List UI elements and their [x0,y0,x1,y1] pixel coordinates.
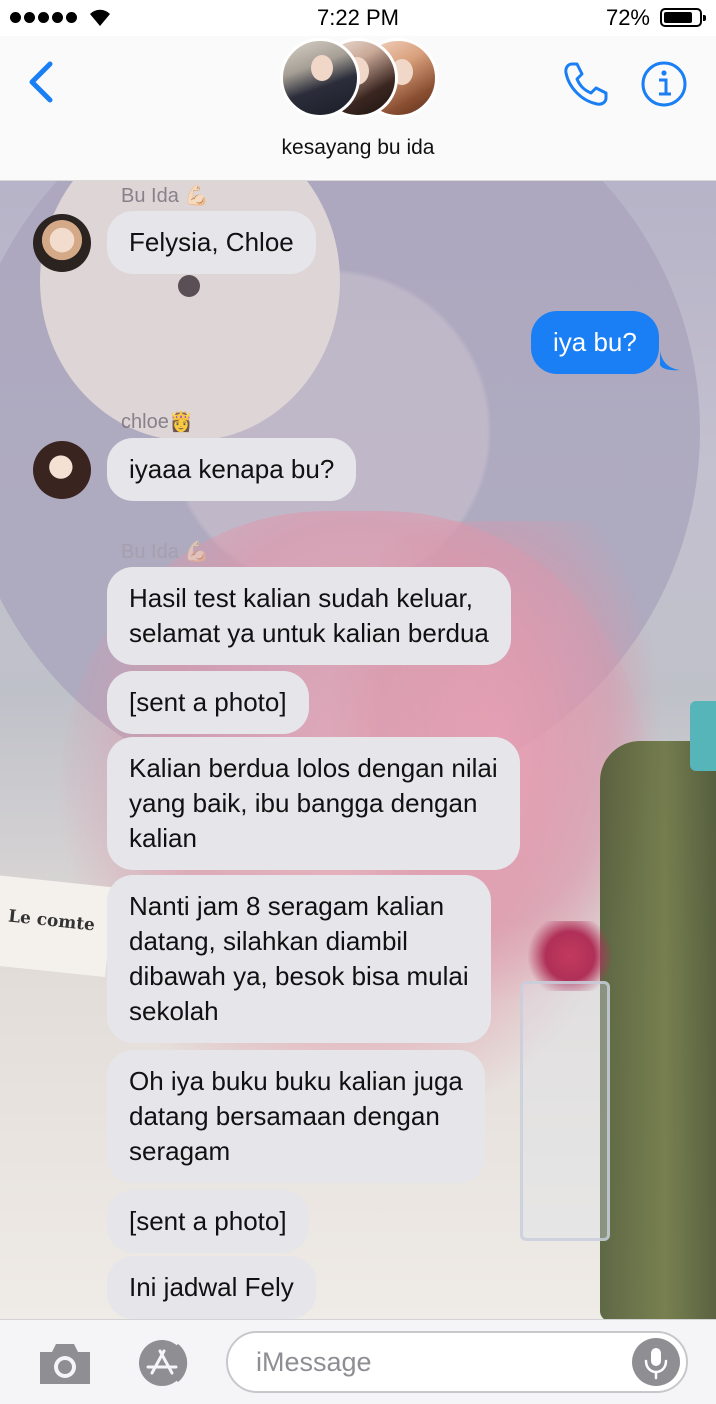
message-bubble-incoming[interactable]: Oh iya buku buku kalian juga datang bers… [107,1050,485,1183]
compose-bar: iMessage [0,1319,716,1404]
message-bubble-incoming[interactable]: Felysia, Chloe [107,211,316,274]
microphone-button[interactable] [632,1338,680,1386]
camera-icon[interactable] [36,1340,94,1386]
avatar[interactable] [33,214,91,272]
info-icon[interactable] [640,60,688,108]
avatar [280,38,360,118]
message-bubble-incoming[interactable]: Nanti jam 8 seragam kalian datang, silah… [107,875,491,1043]
chat-title[interactable]: kesayang bu ida [0,136,716,160]
status-bar: 7:22 PM 72% [0,0,716,36]
message-input-placeholder: iMessage [256,1347,372,1377]
background-bottle-cap [690,701,716,771]
battery-icon [660,8,706,27]
phone-icon[interactable] [560,58,612,110]
sender-name: Bu Ida 💪🏻 [121,541,210,563]
message-bubble-incoming[interactable]: Kalian berdua lolos dengan nilai yang ba… [107,737,520,870]
message-thread[interactable]: Le comte Bu Ida 💪🏻 Felysia, Chloe iya bu… [0,181,716,1319]
microphone-icon [644,1348,668,1380]
background-bottle [600,741,716,1319]
background-record-hole [178,275,200,297]
background-glass [520,981,610,1241]
message-bubble-incoming[interactable]: iyaaa kenapa bu? [107,438,357,501]
message-bubble-incoming[interactable]: [sent a photo] [107,671,309,734]
message-bubble-outgoing[interactable]: iya bu? [531,311,659,374]
group-avatar-stack[interactable] [280,38,440,118]
sender-name: Bu Ida 💪🏻 [121,185,210,207]
sender-name: chloe👸 [121,411,194,433]
message-bubble-incoming[interactable]: Hasil test kalian sudah keluar, selamat … [107,567,511,665]
back-chevron-icon[interactable] [22,58,62,106]
battery-percentage: 72% [605,5,650,30]
app-store-icon[interactable] [130,1339,196,1387]
bubble-tail [660,351,680,371]
conversation-header: kesayang bu ida [0,36,716,181]
avatar[interactable] [33,441,91,499]
message-bubble-incoming[interactable]: Ini jadwal Fely [107,1256,316,1319]
message-input[interactable]: iMessage [226,1331,688,1393]
message-bubble-incoming[interactable]: [sent a photo] [107,1190,309,1253]
